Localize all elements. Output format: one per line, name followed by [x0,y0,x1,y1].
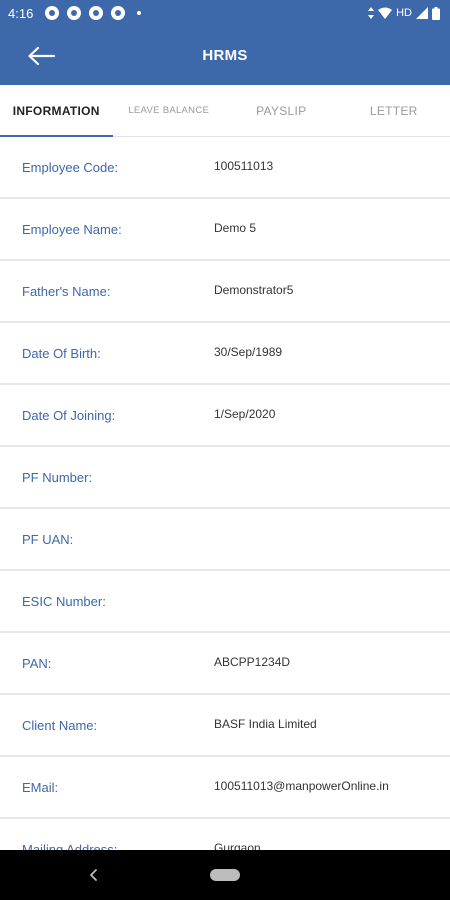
info-row-esic-number: ESIC Number: [0,571,450,633]
notification-icon [111,6,126,20]
row-value: ABCPP1234D [214,655,291,669]
info-row-employee-name: Employee Name: Demo 5 [0,199,450,261]
row-value: BASF India Limited [214,717,317,731]
row-label: PF UAN: [22,532,74,547]
info-row-date-of-birth: Date Of Birth: 30/Sep/1989 [0,323,450,385]
tab-letter[interactable]: LETTER [338,85,450,136]
row-label: EMail: [22,780,59,795]
data-transfer-icon [368,7,375,19]
info-row-pf-uan: PF UAN: [0,509,450,571]
info-row-email: EMail: 100511013@manpowerOnline.in [0,757,450,819]
row-label: PF Number: [22,470,93,485]
app-bar: HRMS [0,26,450,85]
notification-icon [89,6,104,20]
info-row-mailing-address: Mailing Address: Gurgaon [0,819,450,850]
status-bar: 4:16 HD [0,0,450,26]
battery-icon [432,6,440,20]
row-value: 100511013 [214,159,274,173]
tab-bar: INFORMATION LEAVE BALANCE PAYSLIP LETTER [0,85,450,137]
tab-information[interactable]: INFORMATION [0,85,113,137]
row-label: Date Of Birth: [22,346,101,361]
row-label: PAN: [22,656,52,671]
back-button[interactable] [20,39,62,73]
info-row-fathers-name: Father's Name: Demonstrator5 [0,261,450,323]
info-row-pf-number: PF Number: [0,447,450,509]
wifi-icon [378,7,393,19]
info-row-date-of-joining: Date Of Joining: 1/Sep/2020 [0,385,450,447]
row-value: Demonstrator5 [214,283,294,297]
notification-icon [45,6,60,20]
info-row-client-name: Client Name: BASF India Limited [0,695,450,757]
system-nav-bar [0,850,450,900]
arrow-left-icon [28,46,55,66]
row-value: Gurgaon [214,841,261,850]
info-row-employee-code: Employee Code: 100511013 [0,137,450,199]
row-value: 30/Sep/1989 [214,345,283,359]
notification-icon [67,6,82,20]
screen: 4:16 HD HRMS INFORMATION LEAVE BALANCE P… [0,0,450,900]
row-label: Date Of Joining: [22,408,116,423]
row-label: Employee Name: [22,222,122,237]
row-value: 100511013@manpowerOnline.in [214,779,389,793]
row-label: ESIC Number: [22,594,106,609]
row-label: Employee Code: [22,160,119,175]
status-left: 4:16 [8,5,142,21]
tab-leave-balance[interactable]: LEAVE BALANCE [113,85,226,136]
page-title: HRMS [202,47,248,64]
more-notifications-dot-icon [137,11,142,15]
tab-payslip[interactable]: PAYSLIP [225,85,338,136]
signal-icon [416,7,428,19]
nav-back-icon[interactable] [86,867,102,883]
row-value: Demo 5 [214,221,257,235]
row-value: 1/Sep/2020 [214,407,276,421]
employee-info-list[interactable]: Employee Code: 100511013 Employee Name: … [0,137,450,850]
status-right: HD [368,6,440,20]
network-type-label: HD [396,7,412,19]
row-label: Father's Name: [22,284,111,299]
row-label: Mailing Address: [22,842,118,850]
nav-home-pill-icon[interactable] [210,869,240,881]
status-time: 4:16 [8,5,34,21]
info-row-pan: PAN: ABCPP1234D [0,633,450,695]
row-label: Client Name: [22,718,98,733]
